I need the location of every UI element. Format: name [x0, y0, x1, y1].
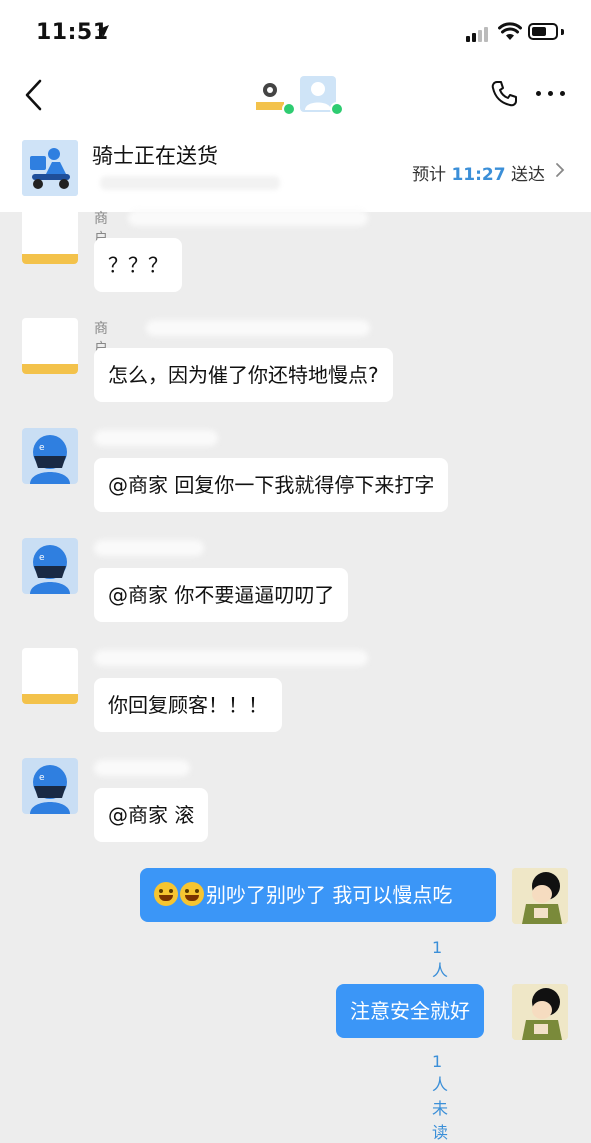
- group-avatars[interactable]: [252, 74, 344, 118]
- svg-text:e: e: [39, 773, 45, 783]
- chevron-left-icon[interactable]: [18, 76, 52, 114]
- message-bubble[interactable]: @商家 回复你一下我就得停下来打字: [94, 458, 449, 512]
- phone-icon[interactable]: [488, 78, 520, 110]
- sender-name-redacted: [94, 540, 204, 556]
- read-status: 1人未读: [432, 1052, 449, 1142]
- message-bubble-self[interactable]: 注意安全就好: [336, 984, 484, 1038]
- battery-tip: [561, 29, 564, 35]
- rider-avatar[interactable]: e: [22, 428, 78, 484]
- sender-name-redacted: [94, 430, 218, 446]
- delivery-status-card[interactable]: 骑士正在送货 预计 11:27 送达: [0, 124, 591, 212]
- sender-name-redacted: [94, 650, 368, 666]
- delivery-subtitle-redacted: [92, 174, 302, 190]
- rider-avatar[interactable]: e: [22, 758, 78, 814]
- online-dot: [330, 102, 344, 116]
- eta-text: 预计 11:27 送达: [412, 160, 545, 185]
- message-bubble[interactable]: @商家 你不要逼逼叨叨了: [94, 568, 349, 622]
- cellular-signal-icon: [466, 26, 492, 42]
- more-dots-icon[interactable]: [534, 84, 568, 104]
- eta-suffix: 送达: [511, 165, 545, 185]
- sender-name-redacted: [128, 210, 368, 226]
- message-bubble-self[interactable]: 别吵了别吵了 我可以慢点吃: [140, 868, 496, 922]
- grin-sweat-emoji: [154, 882, 178, 906]
- eta-time: 11:27: [451, 165, 506, 185]
- my-avatar[interactable]: [512, 984, 568, 1040]
- svg-text:e: e: [39, 443, 45, 453]
- merchant-avatar[interactable]: [22, 648, 78, 704]
- wifi-icon: [498, 22, 522, 40]
- message-bubble[interactable]: 怎么，因为催了你还特地慢点?: [94, 348, 393, 402]
- svg-text:e: e: [39, 553, 45, 563]
- message-bubble[interactable]: ？？？: [94, 238, 182, 292]
- sender-name-redacted: [146, 320, 370, 336]
- scooter-rider-icon: [22, 140, 78, 196]
- rider-avatar[interactable]: e: [22, 538, 78, 594]
- merchant-avatar[interactable]: [22, 208, 78, 264]
- message-text: 别吵了别吵了 我可以慢点吃: [206, 883, 453, 907]
- message-bubble[interactable]: @商家 滚: [94, 788, 209, 842]
- sender-name-redacted: [94, 760, 190, 776]
- merchant-avatar[interactable]: [22, 318, 78, 374]
- status-bar: 11:51: [0, 0, 591, 66]
- online-dot: [282, 102, 296, 116]
- location-arrow-icon: [97, 25, 109, 37]
- battery-icon: [528, 23, 558, 40]
- chevron-right-icon: [556, 163, 565, 177]
- my-avatar[interactable]: [512, 868, 568, 924]
- grin-sweat-emoji: [180, 882, 204, 906]
- message-bubble[interactable]: 你回复顾客！！！: [94, 678, 282, 732]
- chat-navbar: [0, 66, 591, 124]
- eta-prefix: 预计: [412, 165, 447, 185]
- delivery-title: 骑士正在送货: [92, 144, 218, 168]
